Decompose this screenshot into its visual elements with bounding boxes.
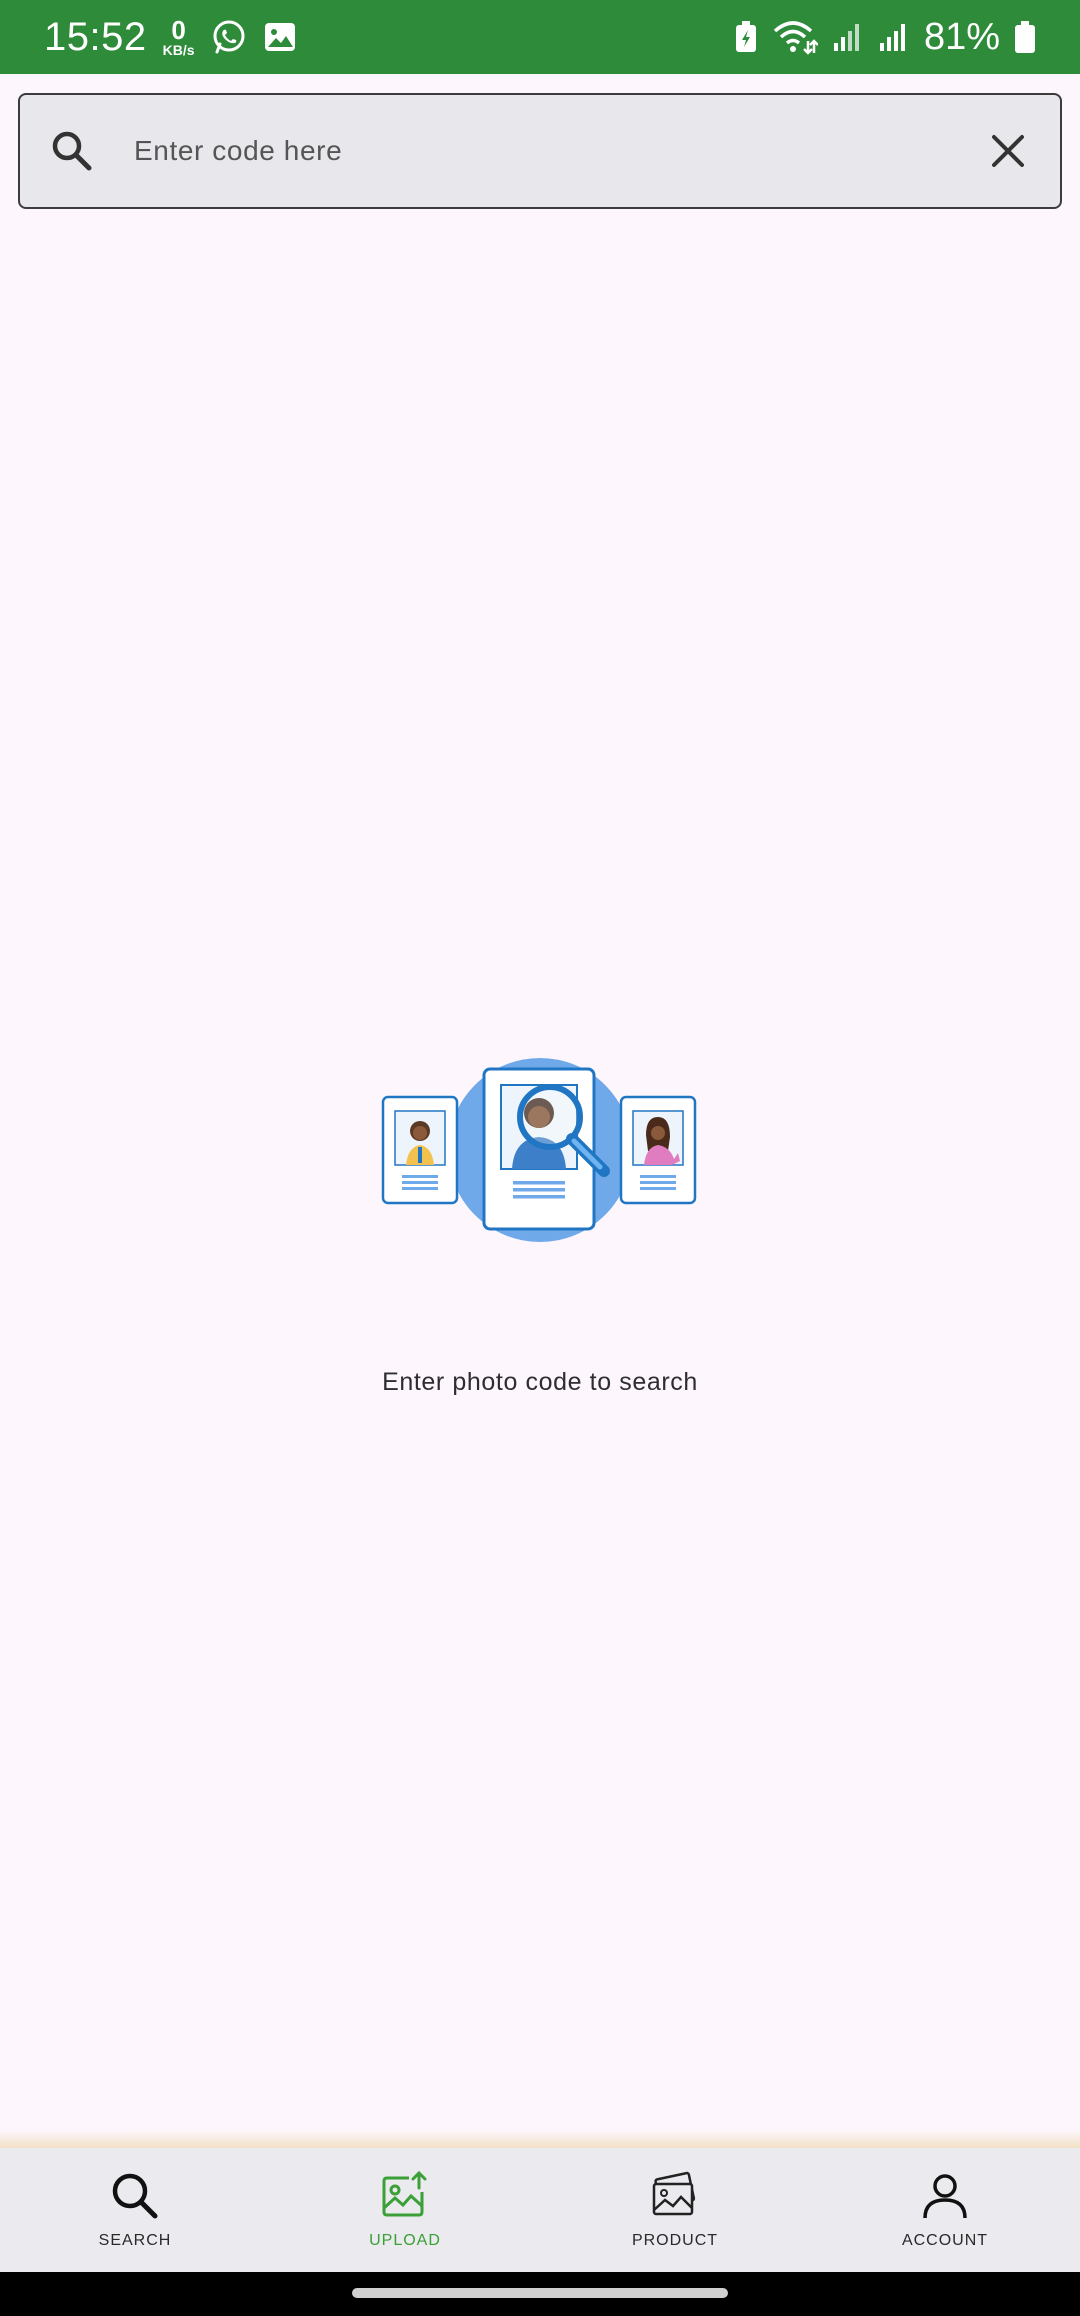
nav-shadow [0, 2130, 1080, 2150]
nav-label-account: ACCOUNT [901, 2232, 989, 2249]
system-navigation-bar [0, 2272, 1080, 2316]
nav-label-search: SEARCH [98, 2232, 172, 2249]
search-icon [50, 129, 94, 173]
person-icon [919, 2170, 971, 2222]
wifi-icon [772, 19, 818, 55]
nav-item-account[interactable]: ACCOUNT [810, 2148, 1080, 2272]
image-upload-icon [379, 2170, 431, 2222]
id-cards-search-illustration [378, 1055, 698, 1245]
empty-state-message: Enter photo code to search [382, 1368, 698, 1396]
search-icon [109, 2170, 161, 2222]
nav-item-product[interactable]: PRODUCT [540, 2148, 810, 2272]
gallery-icon [263, 20, 297, 54]
nav-item-upload[interactable]: UPLOAD [270, 2148, 540, 2272]
close-icon[interactable] [986, 129, 1030, 173]
net-speed-indicator: 0 KB/s [163, 17, 195, 57]
nav-label-upload: UPLOAD [369, 2232, 441, 2249]
whatsapp-icon [211, 19, 247, 55]
signal-icon [878, 21, 910, 53]
home-gesture-handle[interactable] [352, 2288, 728, 2298]
photos-icon [649, 2170, 701, 2222]
signal-icon [832, 21, 864, 53]
search-input[interactable] [134, 135, 986, 167]
status-bar: 15:52 0 KB/s 81% [0, 0, 1080, 74]
battery-percent: 81% [923, 15, 1000, 58]
battery-icon [1014, 20, 1036, 54]
nav-label-product: PRODUCT [631, 2232, 719, 2249]
battery-saver-icon [734, 20, 758, 54]
nav-item-search[interactable]: SEARCH [0, 2148, 270, 2272]
net-speed-value: 0 [171, 15, 186, 45]
search-bar [18, 93, 1062, 209]
bottom-nav: SEARCH UPLOAD PRODUCT ACCOUNT [0, 2148, 1080, 2272]
net-speed-unit: KB/s [162, 42, 195, 58]
status-time: 15:52 [44, 14, 147, 59]
